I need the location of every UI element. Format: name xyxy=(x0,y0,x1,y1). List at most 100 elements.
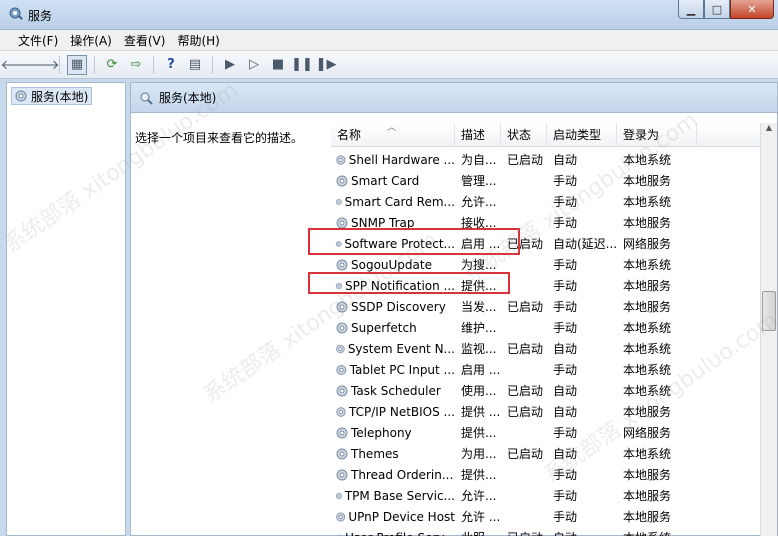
description-prompt: 选择一个项目来查看它的描述。 xyxy=(135,131,304,145)
service-row[interactable]: Smart Card 管理... 手动 本地服务 xyxy=(331,170,761,191)
service-row[interactable]: SPP Notification ... 提供... 手动 本地服务 xyxy=(331,275,761,296)
service-gear-icon xyxy=(336,448,348,459)
service-name: Shell Hardware ... xyxy=(348,152,455,167)
column-logon-as[interactable]: 登录为 xyxy=(617,123,697,147)
service-gear-icon xyxy=(336,469,348,480)
service-startup-type: 手动 xyxy=(553,174,578,188)
tree-item-label: 服务(本地) xyxy=(31,89,89,104)
service-row[interactable]: Superfetch 维护... 手动 本地系统 xyxy=(331,317,761,338)
service-startup-type: 手动 xyxy=(553,468,578,482)
service-row[interactable]: Software Protect... 启用 ... 已启动 自动(延迟... 网络服务 xyxy=(331,233,761,254)
title-bar: 服务 ▁ □ ✕ xyxy=(0,0,778,30)
window-title: 服务 xyxy=(28,9,53,23)
service-row[interactable]: Smart Card Rem... 允许... 手动 本地系统 xyxy=(331,191,761,212)
service-row[interactable]: TPM Base Servic... 允许... 手动 本地服务 xyxy=(331,485,761,506)
service-gear-icon xyxy=(336,154,346,165)
toolbar-separator xyxy=(153,55,154,74)
service-name: Software Protect... xyxy=(344,236,455,251)
service-row[interactable]: Shell Hardware ... 为自... 已启动 自动 本地系统 xyxy=(331,149,761,170)
pause-service-icon[interactable]: ❚❚ xyxy=(291,55,313,75)
service-gear-icon xyxy=(336,427,348,438)
service-name: SPP Notification ... xyxy=(344,278,455,293)
magnifier-gear-icon xyxy=(140,92,153,105)
service-description: 提供... xyxy=(461,426,497,440)
service-startup-type: 手动 xyxy=(553,321,578,335)
service-startup-type: 手动 xyxy=(553,489,578,503)
service-row[interactable]: Telephony 提供... 手动 网络服务 xyxy=(331,422,761,443)
service-row[interactable]: SogouUpdate 为搜... 手动 本地系统 xyxy=(331,254,761,275)
service-name-cell: Thread Orderin... xyxy=(331,468,455,482)
service-name: Smart Card xyxy=(351,173,420,188)
service-row[interactable]: Themes 为用... 已启动 自动 本地系统 xyxy=(331,443,761,464)
service-logon: 本地服务 xyxy=(623,405,672,419)
service-row[interactable]: Tablet PC Input ... 启用 ... 手动 本地系统 xyxy=(331,359,761,380)
pane-title: 服务(本地) xyxy=(159,91,217,105)
service-logon: 本地服务 xyxy=(623,279,672,293)
gear-icon xyxy=(15,90,27,102)
service-description: 提供... xyxy=(461,468,497,482)
close-button[interactable]: ✕ xyxy=(730,0,774,19)
service-row[interactable]: SNMP Trap 接收... 手动 本地服务 xyxy=(331,212,761,233)
start-service-alt-icon[interactable]: ▷ xyxy=(244,55,264,75)
maximize-button[interactable]: □ xyxy=(704,0,730,19)
service-startup-type: 手动 xyxy=(553,300,578,314)
service-description: 管理... xyxy=(461,174,497,188)
service-row[interactable]: UPnP Device Host 允许 ... 手动 本地服务 xyxy=(331,506,761,527)
service-status: 已启动 xyxy=(507,300,544,314)
properties-icon[interactable]: ▤ xyxy=(185,55,205,75)
minimize-button[interactable]: ▁ xyxy=(678,0,704,19)
menu-action[interactable]: 操作(A) xyxy=(64,32,118,49)
service-gear-icon xyxy=(336,259,348,270)
stop-service-icon[interactable]: ■ xyxy=(268,55,288,75)
service-gear-icon xyxy=(336,385,348,396)
service-row[interactable]: Thread Orderin... 提供... 手动 本地服务 xyxy=(331,464,761,485)
service-row[interactable]: TCP/IP NetBIOS ... 提供 ... 已启动 自动 本地服务 xyxy=(331,401,761,422)
resume-service-icon[interactable]: ❚▶ xyxy=(316,55,337,75)
column-description[interactable]: 描述 xyxy=(455,123,501,147)
menu-view[interactable]: 查看(V) xyxy=(118,32,172,49)
forward-arrow-icon[interactable]: 🡒 xyxy=(25,55,60,75)
pane-header: 服务(本地) xyxy=(131,83,777,113)
service-description: 监视... xyxy=(461,342,497,356)
service-row[interactable]: User Profile Serv...此服...已启动自动本地系统 xyxy=(331,527,761,536)
tree-item-services-local[interactable]: 服务(本地) xyxy=(11,87,93,105)
service-gear-icon xyxy=(336,175,348,186)
column-startup-type[interactable]: 启动类型 xyxy=(547,123,617,147)
service-startup-type: 手动 xyxy=(553,279,578,293)
start-service-icon[interactable]: ▶ xyxy=(220,55,240,75)
vertical-scrollbar[interactable]: ▲ xyxy=(760,123,777,536)
service-name-cell: TPM Base Servic... xyxy=(331,489,455,503)
service-row[interactable]: SSDP Discovery 当发... 已启动 手动 本地服务 xyxy=(331,296,761,317)
menu-file[interactable]: 文件(F) xyxy=(12,32,64,49)
scroll-thumb[interactable] xyxy=(762,291,776,331)
service-logon: 本地系统 xyxy=(623,363,672,377)
service-logon: 本地系统 xyxy=(623,153,672,167)
service-row[interactable]: Task Scheduler 使用... 已启动 自动 本地系统 xyxy=(331,380,761,401)
show-tree-icon[interactable]: ▦ xyxy=(67,54,87,75)
menu-help[interactable]: 帮助(H) xyxy=(171,32,225,49)
service-description: 提供 ... xyxy=(461,405,501,419)
column-name[interactable]: ︿ 名称 xyxy=(331,123,455,147)
service-logon: 本地系统 xyxy=(617,529,697,536)
console-tree: 服务(本地) xyxy=(6,82,126,536)
service-status: 已启动 xyxy=(507,405,544,419)
service-name: Thread Orderin... xyxy=(351,467,454,482)
service-logon: 本地服务 xyxy=(623,489,672,503)
toolbar-separator xyxy=(59,55,60,74)
refresh-icon[interactable]: ⟳ xyxy=(102,55,122,75)
service-name: TCP/IP NetBIOS ... xyxy=(348,404,455,419)
service-startup-type: 自动 xyxy=(553,153,578,167)
toolbar-separator xyxy=(212,55,213,74)
export-icon[interactable]: ⇨ xyxy=(126,55,146,75)
service-row[interactable]: System Event N... 监视... 已启动 自动 本地系统 xyxy=(331,338,761,359)
service-gear-icon xyxy=(336,512,346,521)
column-headers: ︿ 名称 描述 状态 启动类型 登录为 xyxy=(331,123,761,147)
menu-bar: 文件(F) 操作(A) 查看(V) 帮助(H) xyxy=(0,30,778,51)
column-status[interactable]: 状态 xyxy=(501,123,547,147)
service-gear-icon xyxy=(336,301,348,312)
service-name: SogouUpdate xyxy=(351,257,432,272)
service-name: Smart Card Rem... xyxy=(344,194,455,209)
scroll-up-icon[interactable]: ▲ xyxy=(761,123,777,139)
service-name: Tablet PC Input ... xyxy=(349,362,455,377)
help-icon[interactable]: ? xyxy=(161,55,181,75)
